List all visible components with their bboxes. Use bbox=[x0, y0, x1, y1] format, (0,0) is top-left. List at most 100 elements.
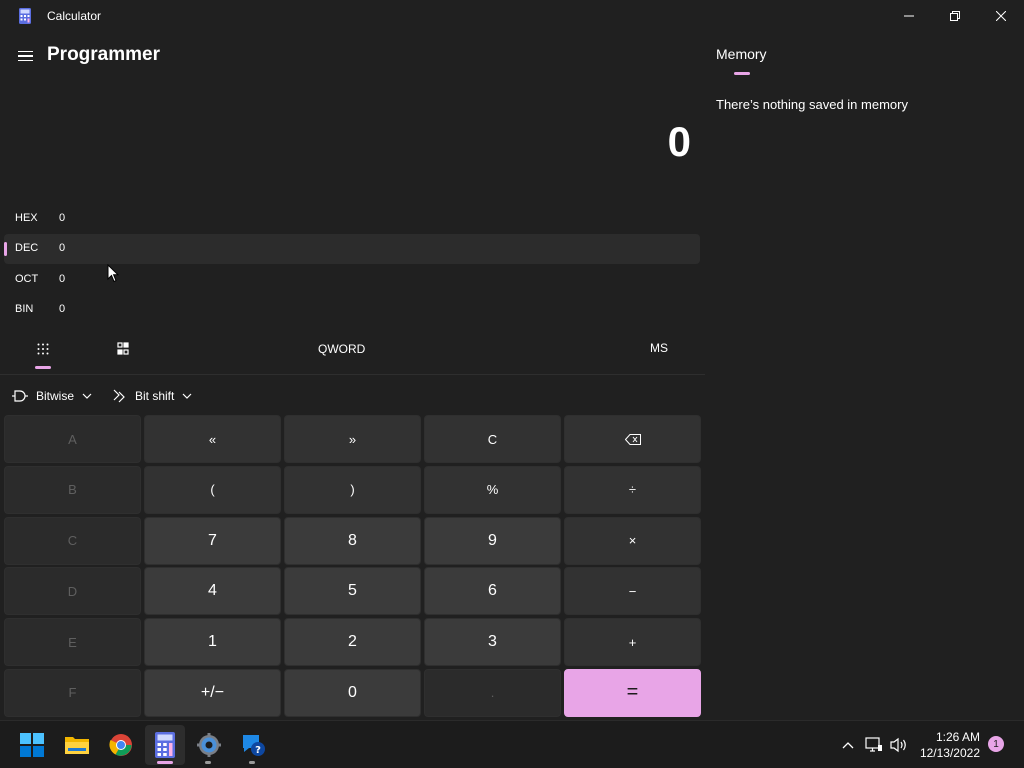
title-bar: Calculator bbox=[0, 0, 1024, 32]
chevron-down-icon bbox=[82, 393, 92, 399]
window-title: Calculator bbox=[47, 9, 102, 23]
key-right-shift[interactable]: » bbox=[284, 415, 421, 463]
svg-text:?: ? bbox=[255, 745, 261, 756]
clock[interactable]: 1:26 AM 12/13/2022 bbox=[908, 729, 980, 761]
radix-row-bin[interactable]: BIN 0 bbox=[4, 295, 700, 325]
radix-label: DEC bbox=[15, 242, 39, 254]
active-tab-indicator bbox=[35, 366, 51, 369]
key-multiply[interactable]: × bbox=[564, 516, 701, 565]
gear-icon bbox=[197, 733, 221, 757]
key-a[interactable]: A bbox=[4, 415, 141, 463]
bitwise-label: Bitwise bbox=[36, 389, 75, 403]
restore-icon bbox=[950, 11, 960, 21]
key-3[interactable]: 3 bbox=[424, 618, 561, 667]
key-minus[interactable]: − bbox=[564, 567, 701, 616]
key-f[interactable]: F bbox=[4, 668, 141, 717]
calculator-icon bbox=[155, 732, 175, 758]
memory-empty-message: There’s nothing saved in memory bbox=[716, 97, 908, 112]
calculator-app-icon bbox=[19, 8, 31, 24]
full-keypad-tab[interactable] bbox=[30, 336, 56, 362]
running-indicator bbox=[205, 761, 211, 764]
radix-label: BIN bbox=[15, 303, 34, 315]
close-icon bbox=[996, 11, 1006, 21]
key-negate[interactable]: +/− bbox=[144, 668, 281, 717]
minimize-button[interactable] bbox=[886, 0, 932, 32]
key-d[interactable]: D bbox=[4, 567, 141, 616]
volume-button[interactable] bbox=[889, 735, 909, 755]
start-button[interactable] bbox=[18, 731, 46, 759]
word-size-button[interactable]: QWORD bbox=[318, 342, 365, 356]
key-9[interactable]: 9 bbox=[424, 516, 561, 565]
radix-value: 0 bbox=[59, 242, 66, 254]
backspace-icon bbox=[624, 433, 641, 445]
navigation-menu-button[interactable] bbox=[14, 46, 36, 66]
key-5[interactable]: 5 bbox=[284, 567, 421, 616]
taskbar: ? 1:26 AM 12/13/2022 1 bbox=[0, 720, 1024, 768]
memory-tab[interactable]: Memory bbox=[716, 46, 767, 62]
key-2[interactable]: 2 bbox=[284, 618, 421, 667]
key-clear[interactable]: C bbox=[424, 415, 561, 463]
chrome-button[interactable] bbox=[107, 731, 135, 759]
radix-row-dec[interactable]: DEC 0 bbox=[4, 234, 700, 264]
key-decimal[interactable]: . bbox=[424, 668, 561, 717]
calculator-taskbar-button[interactable] bbox=[151, 731, 179, 759]
network-button[interactable] bbox=[864, 735, 884, 755]
show-hidden-icons-button[interactable] bbox=[838, 735, 858, 755]
close-button[interactable] bbox=[978, 0, 1024, 32]
speaker-icon bbox=[890, 737, 906, 753]
bit-shift-label: Bit shift bbox=[135, 389, 175, 403]
key-6[interactable]: 6 bbox=[424, 567, 561, 616]
chevron-down-icon bbox=[182, 393, 192, 399]
key-1[interactable]: 1 bbox=[144, 618, 281, 667]
radix-row-hex[interactable]: HEX 0 bbox=[4, 204, 700, 234]
notification-badge[interactable]: 1 bbox=[988, 736, 1004, 752]
key-0[interactable]: 0 bbox=[284, 668, 421, 717]
folder-icon bbox=[65, 737, 89, 754]
key-8[interactable]: 8 bbox=[284, 516, 421, 565]
key-c[interactable]: C bbox=[4, 516, 141, 565]
windows-logo-icon bbox=[20, 733, 44, 757]
memory-store-button[interactable]: MS bbox=[650, 341, 668, 355]
key-equals[interactable]: = bbox=[564, 668, 701, 717]
key-left-paren[interactable]: ( bbox=[144, 465, 281, 514]
key-left-shift[interactable]: « bbox=[144, 415, 281, 463]
clock-date: 12/13/2022 bbox=[919, 746, 980, 760]
bit-toggle-icon bbox=[117, 342, 129, 355]
key-7[interactable]: 7 bbox=[144, 516, 281, 565]
divider bbox=[0, 374, 705, 375]
running-indicator bbox=[157, 761, 173, 764]
key-e[interactable]: E bbox=[4, 618, 141, 667]
network-icon bbox=[865, 737, 882, 752]
key-backspace[interactable] bbox=[564, 415, 701, 463]
settings-button[interactable] bbox=[195, 731, 223, 759]
key-4[interactable]: 4 bbox=[144, 567, 281, 616]
radix-value: 0 bbox=[59, 303, 66, 315]
file-explorer-button[interactable] bbox=[63, 731, 91, 759]
bitwise-dropdown[interactable]: Bitwise bbox=[12, 386, 92, 406]
restore-button[interactable] bbox=[932, 0, 978, 32]
selection-indicator bbox=[4, 242, 7, 256]
key-b[interactable]: B bbox=[4, 465, 141, 514]
result-display: 0 bbox=[667, 118, 691, 165]
get-help-button[interactable]: ? bbox=[239, 731, 267, 759]
radix-value: 0 bbox=[59, 212, 66, 224]
page-title: Programmer bbox=[47, 44, 160, 65]
chrome-icon bbox=[109, 734, 132, 756]
radix-value: 0 bbox=[59, 273, 66, 285]
hamburger-icon bbox=[17, 50, 33, 53]
key-plus[interactable]: + bbox=[564, 618, 701, 667]
active-tab-indicator bbox=[734, 72, 750, 75]
key-right-paren[interactable]: ) bbox=[284, 465, 421, 514]
minimize-icon bbox=[904, 15, 914, 17]
running-indicator bbox=[249, 761, 255, 764]
bit-shift-dropdown[interactable]: Bit shift bbox=[113, 386, 192, 406]
key-divide[interactable]: ÷ bbox=[564, 465, 701, 514]
key-mod[interactable]: % bbox=[424, 465, 561, 514]
mouse-cursor-icon bbox=[107, 263, 120, 288]
bit-toggling-keypad-tab[interactable] bbox=[110, 336, 136, 362]
clock-time: 1:26 AM bbox=[935, 730, 980, 744]
logic-gate-icon bbox=[12, 390, 28, 402]
bit-shift-icon bbox=[113, 389, 125, 403]
keypad-grid-icon bbox=[37, 343, 49, 355]
keypad: A « » C B ( ) % ÷ C 7 8 9 × D 4 5 6 − E … bbox=[4, 415, 701, 717]
